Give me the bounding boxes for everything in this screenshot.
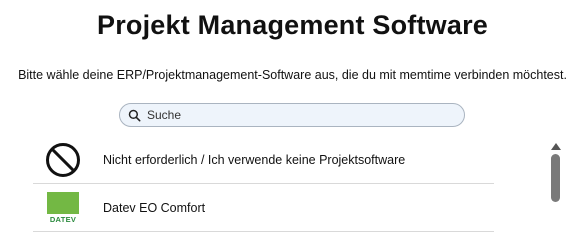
list-item-label: Nicht erforderlich / Ich verwende keine … <box>103 152 406 167</box>
page-title: Projekt Management Software <box>97 10 488 40</box>
scrollbar-thumb[interactable] <box>551 154 560 202</box>
list-item-datev[interactable]: DATEV Datev EO Comfort <box>33 184 494 232</box>
search-input[interactable] <box>147 108 447 122</box>
list-item-none[interactable]: Nicht erforderlich / Ich verwende keine … <box>33 136 494 184</box>
page-subtitle: Bitte wähle deine ERP/Projektmanagement-… <box>18 68 567 82</box>
datev-logo: DATEV <box>47 191 79 224</box>
software-list: Nicht erforderlich / Ich verwende keine … <box>33 136 494 232</box>
scroll-up-arrow-icon[interactable] <box>551 143 561 150</box>
datev-logo-text: DATEV <box>49 214 77 224</box>
list-item-label: Datev EO Comfort <box>103 200 206 215</box>
prohibited-icon <box>46 142 80 177</box>
scrollbar[interactable] <box>549 140 563 246</box>
search-box[interactable] <box>119 103 465 127</box>
search-icon <box>128 109 141 121</box>
